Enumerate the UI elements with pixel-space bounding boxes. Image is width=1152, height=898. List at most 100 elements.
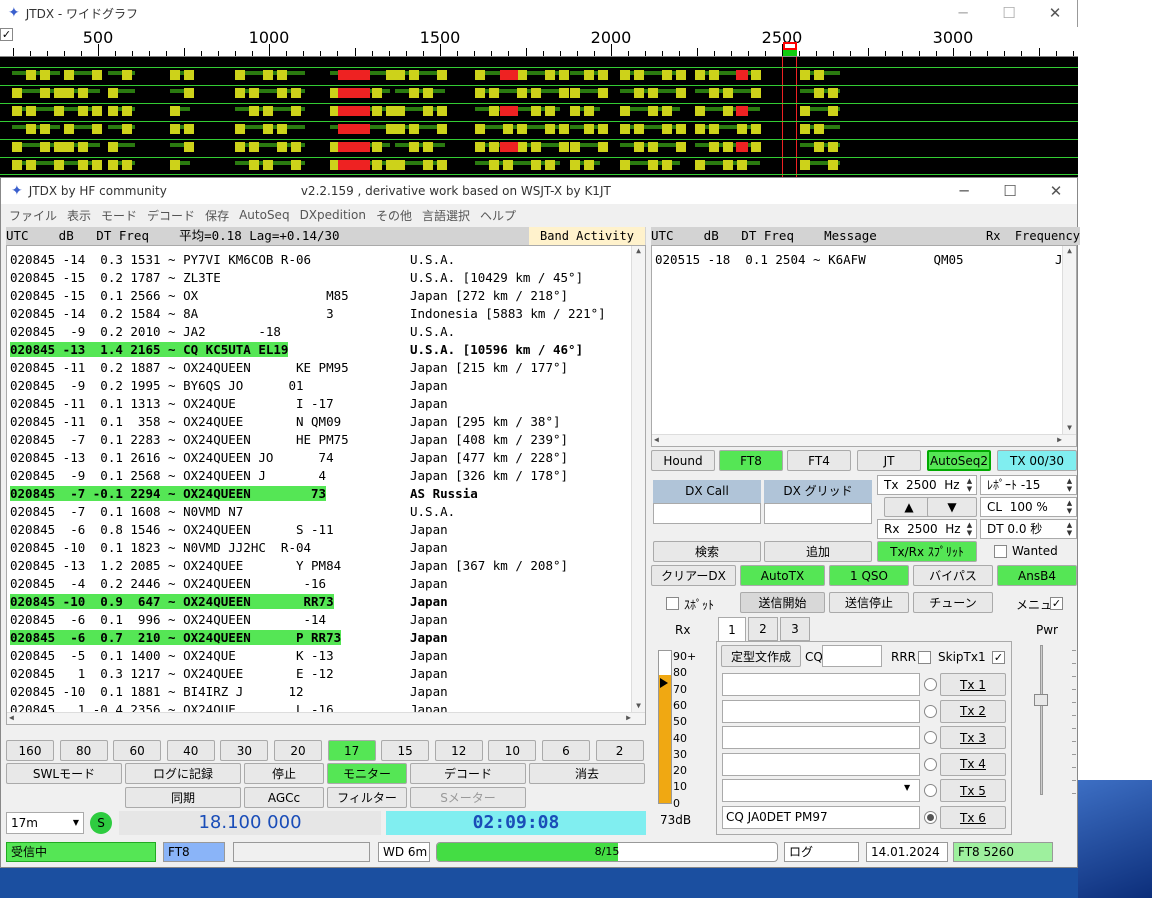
scroll-down-icon[interactable]: ▼ <box>1063 423 1076 432</box>
tx2-button[interactable]: Tx 2 <box>940 699 1006 723</box>
decode-row[interactable]: 020845 -11 0.1 358 ~ OX24QUEE N QM09 Japa… <box>10 413 630 431</box>
band-button-12[interactable]: 12 <box>434 740 483 761</box>
hound-button[interactable]: Hound <box>651 450 715 471</box>
decode-row[interactable]: 020845 -6 0.8 1546 ~ OX24QUEEN S -11 Japa… <box>10 521 630 539</box>
scale-checkbox[interactable]: ✓ <box>0 28 13 41</box>
decode-row[interactable]: 020845 -4 0.2 2446 ~ OX24QUEEN -16 Japan <box>10 575 630 593</box>
rx-frequency-pane[interactable]: 020515 -18 0.1 2504 ~ K6AFW QM05 J ▲ ▼ ◀ … <box>651 245 1077 447</box>
waterfall-display[interactable] <box>0 57 1078 177</box>
tx-enable-button[interactable]: 送信開始 <box>740 592 825 613</box>
report-spinbox[interactable]: ﾚﾎﾟｰﾄ -15 ▲ ▼ <box>980 475 1077 495</box>
ft4-button[interactable]: FT4 <box>787 450 851 471</box>
ft8-button[interactable]: FT8 <box>719 450 783 471</box>
decode-row[interactable]: 020845 -11 0.1 1313 ~ OX24QUE I -17 Japan <box>10 395 630 413</box>
menu-item[interactable]: デコード <box>147 207 195 224</box>
tx6-radio[interactable] <box>924 811 937 824</box>
scroll-left-icon[interactable]: ◀ <box>9 713 14 722</box>
sync-button[interactable]: 同期 <box>125 787 241 808</box>
right-vertical-scrollbar[interactable]: ▲ ▼ <box>1062 246 1076 434</box>
decode-row[interactable]: 020845 -13 1.4 2165 ~ CQ KC5UTA EL19 U.S.… <box>10 341 630 359</box>
menu-item[interactable]: 保存 <box>205 207 229 224</box>
decode-row[interactable]: 020845 -14 0.3 1531 ~ PY7VI KM6COB R-06 U… <box>10 251 630 269</box>
log-qso-button[interactable]: ログに記録 <box>125 763 241 784</box>
agcc-button[interactable]: AGCc <box>244 787 324 808</box>
decode-row[interactable]: 020845 -9 0.2 2010 ~ JA2 -18 U.S.A. <box>10 323 630 341</box>
scroll-up-icon[interactable]: ▲ <box>1063 246 1076 255</box>
spin-arrows-icon[interactable]: ▲ ▼ <box>1064 477 1075 493</box>
tx5-message-input[interactable] <box>722 779 920 803</box>
decode-row[interactable]: 020845 -10 0.1 1881 ~ BI4IRZ J 12 Japan <box>10 683 630 701</box>
band-activity-pane[interactable]: 020845 -14 0.3 1531 ~ PY7VI KM6COB R-06 U… <box>6 245 646 725</box>
menu-item[interactable]: 表示 <box>67 207 91 224</box>
add-button[interactable]: 追加 <box>764 541 872 562</box>
menu-item[interactable]: ファイル <box>9 207 57 224</box>
tab-3[interactable]: 3 <box>780 617 810 641</box>
rx-decode-row[interactable]: 020515 -18 0.1 2504 ~ K6AFW QM05 J <box>655 251 1063 269</box>
spin-arrows-icon[interactable]: ▲ ▼ <box>1064 499 1075 515</box>
right-horizontal-scrollbar[interactable]: ◀ ▶ <box>652 434 1076 446</box>
menu-checkbox[interactable]: ✓ <box>1050 597 1063 610</box>
decode-row[interactable]: 020845 -15 0.2 1787 ~ ZL3TE U.S.A. [10429… <box>10 269 630 287</box>
tx6-button[interactable]: Tx 6 <box>940 806 1006 829</box>
search-button[interactable]: 検索 <box>653 541 761 562</box>
tx2-radio[interactable] <box>924 704 937 718</box>
menu-item[interactable]: その他 <box>376 207 412 224</box>
pwr-slider-handle[interactable] <box>1034 694 1048 706</box>
band-button-60[interactable]: 60 <box>113 740 162 761</box>
band-button-2[interactable]: 2 <box>595 740 644 761</box>
close-icon[interactable]: ✕ <box>1033 178 1079 204</box>
menu-item[interactable]: 言語選択 <box>422 207 470 224</box>
scroll-down-icon[interactable]: ▼ <box>632 701 645 710</box>
band-select[interactable]: 17m ▼ <box>6 812 84 834</box>
decode-row[interactable]: 020845 -9 0.2 1995 ~ BY6QS JO 01 Japan <box>10 377 630 395</box>
autoseq2-button[interactable]: AutoSeq2 <box>927 450 991 471</box>
maximize-icon[interactable]: ☐ <box>987 178 1033 204</box>
band-button-40[interactable]: 40 <box>166 740 215 761</box>
minimize-icon[interactable]: ─ <box>941 178 987 204</box>
monitor-button[interactable]: モニター <box>327 763 407 784</box>
tx-rx-split-button[interactable]: Tx/Rx ｽﾌﾟﾘｯﾄ <box>877 541 977 562</box>
decode-row[interactable]: 020845 -10 0.9 647 ~ OX24QUEEN RR73 Japan <box>10 593 630 611</box>
template-button[interactable]: 定型文作成 <box>721 645 801 667</box>
decode-row[interactable]: 020845 -14 0.2 1584 ~ 8A 3 Indonesia [588… <box>10 305 630 323</box>
left-horizontal-scrollbar[interactable]: ◀ ▶ <box>7 712 645 724</box>
minimize-icon[interactable]: ─ <box>940 0 986 26</box>
dt-spinbox[interactable]: DT 0.0 秒 ▲ ▼ <box>980 519 1077 539</box>
tab-2[interactable]: 2 <box>748 617 778 641</box>
tx4-radio[interactable] <box>924 757 937 771</box>
band-button-160[interactable]: 160 <box>6 740 54 761</box>
rrr-checkbox[interactable] <box>918 651 931 664</box>
band-button-30[interactable]: 30 <box>220 740 269 761</box>
band-button-80[interactable]: 80 <box>59 740 108 761</box>
stop-button[interactable]: 停止 <box>244 763 324 784</box>
tx-period-button[interactable]: TX 00/30 <box>997 450 1077 471</box>
down-button[interactable]: ▼ <box>927 497 977 517</box>
left-vertical-scrollbar[interactable]: ▲ ▼ <box>631 246 645 712</box>
decode-row[interactable]: 020845 -9 0.1 2568 ~ OX24QUEEN J 4 Japan … <box>10 467 630 485</box>
wanted-checkbox[interactable] <box>994 545 1007 558</box>
decode-row[interactable]: 020845 -6 0.1 996 ~ OX24QUEEN -14 Japan <box>10 611 630 629</box>
decode-row[interactable]: 020845 -6 0.7 210 ~ OX24QUEEN P RR73 Japa… <box>10 629 630 647</box>
maximize-icon[interactable]: ☐ <box>986 0 1032 26</box>
skiptx1-checkbox[interactable]: ✓ <box>992 651 1005 664</box>
jt-button[interactable]: JT <box>857 450 921 471</box>
decode-row[interactable]: 020845 -7 -0.1 2294 ~ OX24QUEEN 73 AS Rus… <box>10 485 630 503</box>
scroll-right-icon[interactable]: ▶ <box>626 713 631 722</box>
menu-item[interactable]: DXpedition <box>300 208 366 222</box>
band-button-10[interactable]: 10 <box>488 740 537 761</box>
tx-freq-spinbox[interactable]: Tx 2500 Hz ▲ ▼ <box>877 475 977 495</box>
menu-item[interactable]: モード <box>101 207 137 224</box>
clear-dx-button[interactable]: クリアーDX <box>651 565 736 586</box>
decode-row[interactable]: 020845 -7 0.1 1608 ~ N0VMD N7 U.S.A. <box>10 503 630 521</box>
tx1-radio[interactable] <box>924 678 937 691</box>
ansb4-button[interactable]: AnsB4 <box>997 565 1077 586</box>
s-meter-button[interactable]: Sメーター <box>410 787 526 808</box>
tx5-button[interactable]: Tx 5 <box>940 779 1006 803</box>
tx3-button[interactable]: Tx 3 <box>940 726 1006 750</box>
tx1-message-input[interactable] <box>722 673 920 696</box>
tx3-message-input[interactable] <box>722 726 920 750</box>
spot-checkbox[interactable] <box>666 597 679 610</box>
one-qso-button[interactable]: 1 QSO <box>829 565 909 586</box>
filter-button[interactable]: フィルター <box>327 787 407 808</box>
tx4-button[interactable]: Tx 4 <box>940 752 1006 776</box>
